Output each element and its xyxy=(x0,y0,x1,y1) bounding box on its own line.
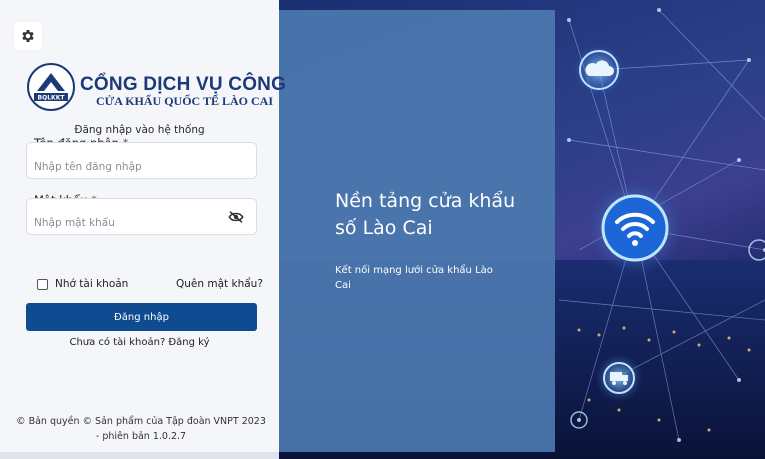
truck-icon xyxy=(595,354,643,402)
register-link[interactable]: Chưa có tài khoản? Đăng ký xyxy=(0,337,279,348)
logo-text: BQLKKT xyxy=(38,95,66,102)
password-field-box xyxy=(26,198,257,235)
gear-icon xyxy=(22,30,34,42)
bottom-strip xyxy=(0,452,279,459)
copyright-text: © Bản quyền © Sản phẩm của Tập đoàn VNPT… xyxy=(16,416,266,442)
cloud-icon xyxy=(573,44,625,96)
password-input[interactable] xyxy=(34,217,224,229)
remember-checkbox[interactable] xyxy=(37,278,48,290)
eye-off-icon[interactable] xyxy=(228,210,244,224)
login-button[interactable]: Đăng nhập xyxy=(26,303,257,331)
forgot-password-link[interactable]: Quên mật khẩu? xyxy=(176,278,263,290)
username-input[interactable] xyxy=(34,161,224,173)
login-panel: BQLKKT CỔNG DỊCH VỤ CÔNG CỬA KHẨU QUỐC T… xyxy=(0,0,286,452)
username-field-box xyxy=(26,142,257,179)
wifi-icon xyxy=(587,180,683,276)
brand-title: CỔNG DỊCH VỤ CÔNG xyxy=(80,74,287,95)
brand-header: BQLKKT CỔNG DỊCH VỤ CÔNG CỬA KHẨU QUỐC T… xyxy=(26,62,286,112)
login-heading: Đăng nhập vào hệ thống xyxy=(74,124,205,136)
hero-title: Nền tảng cửa khẩu số Lào Cai xyxy=(335,190,516,239)
logo: BQLKKT xyxy=(27,63,75,111)
brand-subtitle: CỬA KHẨU QUỐC TẾ LÀO CAI xyxy=(96,94,274,108)
remember-label: Nhớ tài khoản xyxy=(55,278,129,290)
hero-overlay: Nền tảng cửa khẩu số Lào Cai Kết nối mạn… xyxy=(279,10,555,452)
hero-subtitle: Kết nối mạng lưới cửa khẩu Lào Cai xyxy=(335,265,493,291)
remember-me[interactable]: Nhớ tài khoản xyxy=(37,278,128,290)
settings-button[interactable] xyxy=(14,22,42,50)
